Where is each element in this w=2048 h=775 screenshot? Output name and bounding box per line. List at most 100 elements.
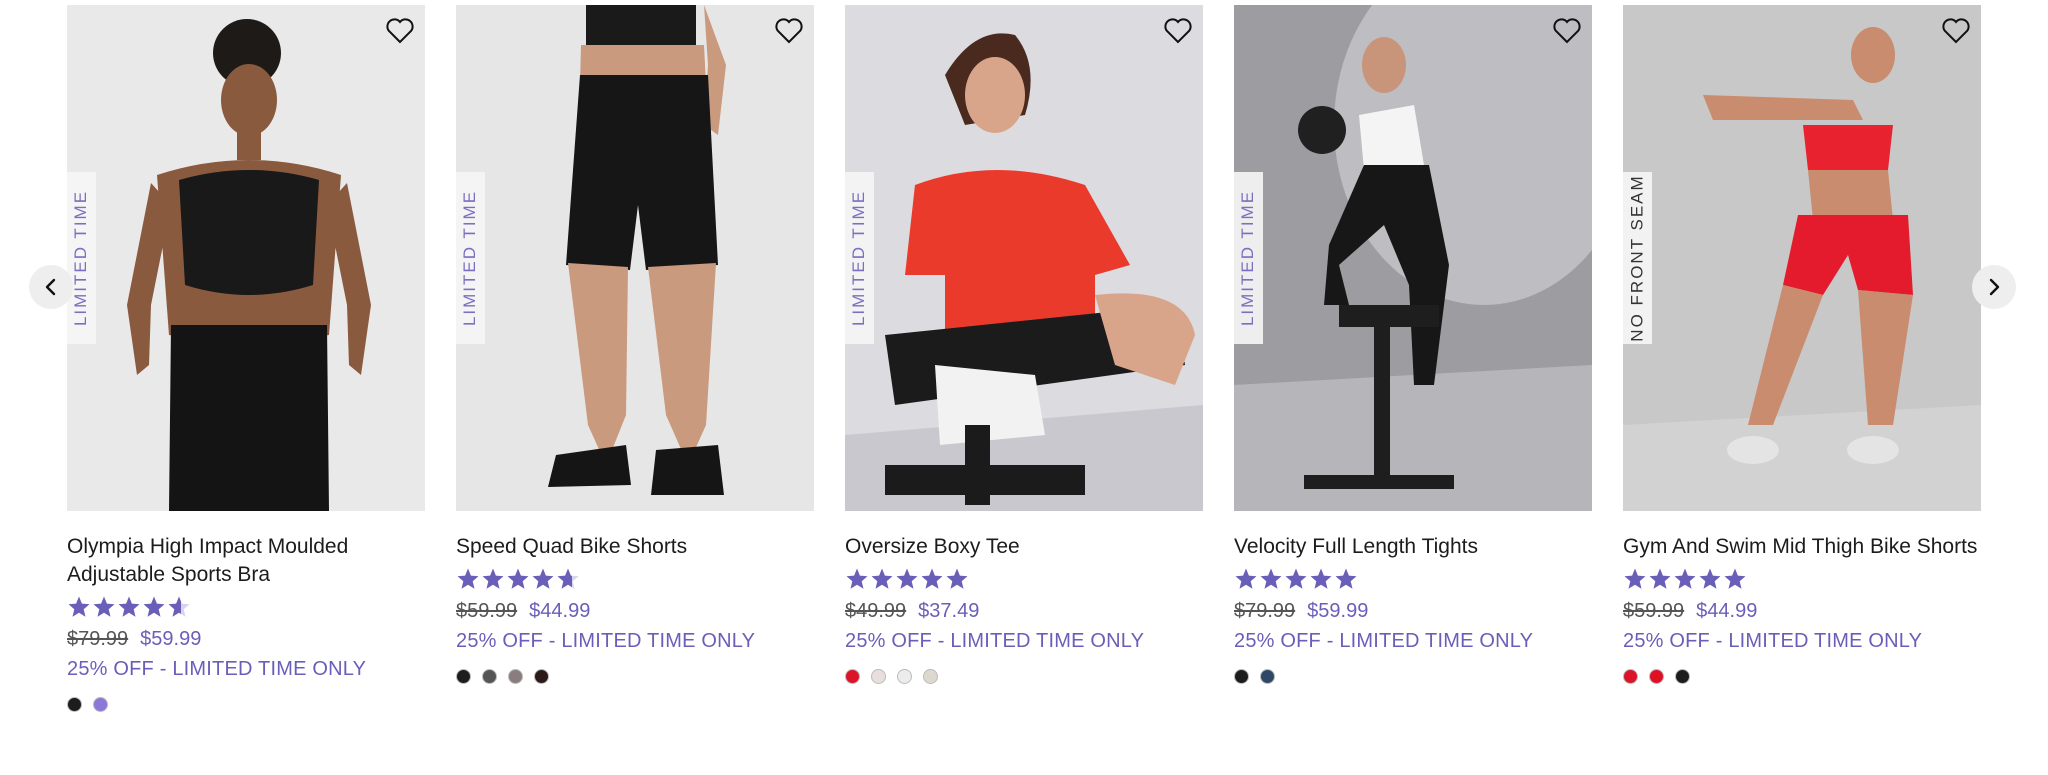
color-swatch[interactable] [845, 669, 860, 684]
color-swatch[interactable] [1623, 669, 1638, 684]
price: $79.99 $59.99 [67, 625, 425, 653]
product-image[interactable]: NO FRONT SEAM [1623, 5, 1981, 511]
rating-stars [456, 567, 814, 593]
color-swatches [845, 669, 1203, 684]
star-icon [1674, 568, 1696, 589]
price: $59.99 $44.99 [456, 597, 814, 625]
heart-icon[interactable] [1941, 17, 1971, 45]
product-badge: LIMITED TIME [67, 172, 96, 344]
star-icon [1649, 568, 1671, 589]
product-photo [1623, 5, 1981, 511]
star-icon [143, 596, 165, 617]
product-image[interactable]: LIMITED TIME [845, 5, 1203, 511]
product-photo [1234, 5, 1592, 511]
price: $49.99 $37.49 [845, 597, 1203, 625]
color-swatch[interactable] [871, 669, 886, 684]
star-icon [946, 568, 968, 589]
product-image[interactable]: LIMITED TIME [67, 5, 425, 511]
sale-price: $37.49 [918, 600, 980, 622]
original-price: $59.99 [1623, 600, 1685, 622]
product-title[interactable]: Velocity Full Length Tights [1234, 533, 1592, 561]
star-icon [846, 568, 868, 589]
star-icon [507, 568, 529, 589]
color-swatch[interactable] [1234, 669, 1249, 684]
color-swatch[interactable] [508, 669, 523, 684]
original-price: $79.99 [1234, 600, 1296, 622]
original-price: $49.99 [845, 600, 907, 622]
rating-stars [845, 567, 1203, 593]
product-title[interactable]: Olympia High Impact Moulded Adjustable S… [67, 533, 425, 589]
product-title[interactable]: Oversize Boxy Tee [845, 533, 1203, 561]
star-icon [921, 568, 943, 589]
carousel-prev-button[interactable] [29, 265, 73, 309]
color-swatch[interactable] [923, 669, 938, 684]
price: $79.99 $59.99 [1234, 597, 1592, 625]
product-card[interactable]: LIMITED TIME Velocity Full Length Tights… [1234, 5, 1592, 684]
color-swatch[interactable] [1675, 669, 1690, 684]
star-icon [1335, 568, 1357, 589]
star-icon [1260, 568, 1282, 589]
product-card[interactable]: NO FRONT SEAM Gym And Swim Mid Thigh Bik… [1623, 5, 1981, 684]
product-badge: NO FRONT SEAM [1623, 172, 1652, 344]
product-carousel: LIMITED TIME Olympia High Impact Moulded… [0, 0, 2048, 775]
heart-icon[interactable] [774, 17, 804, 45]
heart-icon[interactable] [1552, 17, 1582, 45]
product-card[interactable]: LIMITED TIME Speed Quad Bike Shorts $59.… [456, 5, 814, 684]
rating-stars [1623, 567, 1981, 593]
product-photo [67, 5, 425, 511]
promo-text: 25% OFF - LIMITED TIME ONLY [1234, 630, 1534, 652]
color-swatch[interactable] [534, 669, 549, 684]
color-swatch[interactable] [67, 697, 82, 712]
heart-icon[interactable] [1163, 17, 1193, 45]
chevron-left-icon [45, 278, 56, 296]
rating-stars [1234, 567, 1592, 593]
chevron-right-icon [1989, 278, 2000, 296]
original-price: $79.99 [67, 628, 129, 650]
product-image[interactable]: LIMITED TIME [456, 5, 814, 511]
promo-text: 25% OFF - LIMITED TIME ONLY [67, 658, 367, 680]
star-icon [1285, 568, 1307, 589]
star-icon [896, 568, 918, 589]
star-icon [168, 596, 190, 617]
product-card[interactable]: LIMITED TIME Oversize Boxy Tee $49.99 $37… [845, 5, 1203, 684]
star-icon [457, 568, 479, 589]
color-swatch[interactable] [482, 669, 497, 684]
color-swatch[interactable] [897, 669, 912, 684]
product-badge: LIMITED TIME [1234, 172, 1263, 344]
color-swatches [456, 669, 814, 684]
carousel-next-button[interactable] [1972, 265, 2016, 309]
color-swatches [67, 697, 425, 712]
star-icon [482, 568, 504, 589]
product-badge: LIMITED TIME [456, 172, 485, 344]
sale-price: $59.99 [140, 628, 202, 650]
product-card[interactable]: LIMITED TIME Olympia High Impact Moulded… [67, 5, 425, 712]
product-badge: LIMITED TIME [845, 172, 874, 344]
color-swatch[interactable] [1260, 669, 1275, 684]
color-swatches [1623, 669, 1981, 684]
promo-text: 25% OFF - LIMITED TIME ONLY [845, 630, 1145, 652]
heart-icon[interactable] [385, 17, 415, 45]
star-icon [532, 568, 554, 589]
sale-price: $59.99 [1307, 600, 1369, 622]
promo-text: 25% OFF - LIMITED TIME ONLY [456, 630, 756, 652]
star-icon [68, 596, 90, 617]
product-title[interactable]: Speed Quad Bike Shorts [456, 533, 814, 561]
star-icon [1624, 568, 1646, 589]
product-photo [845, 5, 1203, 511]
color-swatch[interactable] [456, 669, 471, 684]
original-price: $59.99 [456, 600, 518, 622]
product-photo [456, 5, 814, 511]
color-swatches [1234, 669, 1592, 684]
star-icon [1699, 568, 1721, 589]
star-icon [871, 568, 893, 589]
product-title[interactable]: Gym And Swim Mid Thigh Bike Shorts [1623, 533, 1981, 561]
sale-price: $44.99 [529, 600, 591, 622]
star-icon [1235, 568, 1257, 589]
star-icon [1724, 568, 1746, 589]
star-icon [1310, 568, 1332, 589]
color-swatch[interactable] [93, 697, 108, 712]
sale-price: $44.99 [1696, 600, 1758, 622]
color-swatch[interactable] [1649, 669, 1664, 684]
price: $59.99 $44.99 [1623, 597, 1981, 625]
product-image[interactable]: LIMITED TIME [1234, 5, 1592, 511]
